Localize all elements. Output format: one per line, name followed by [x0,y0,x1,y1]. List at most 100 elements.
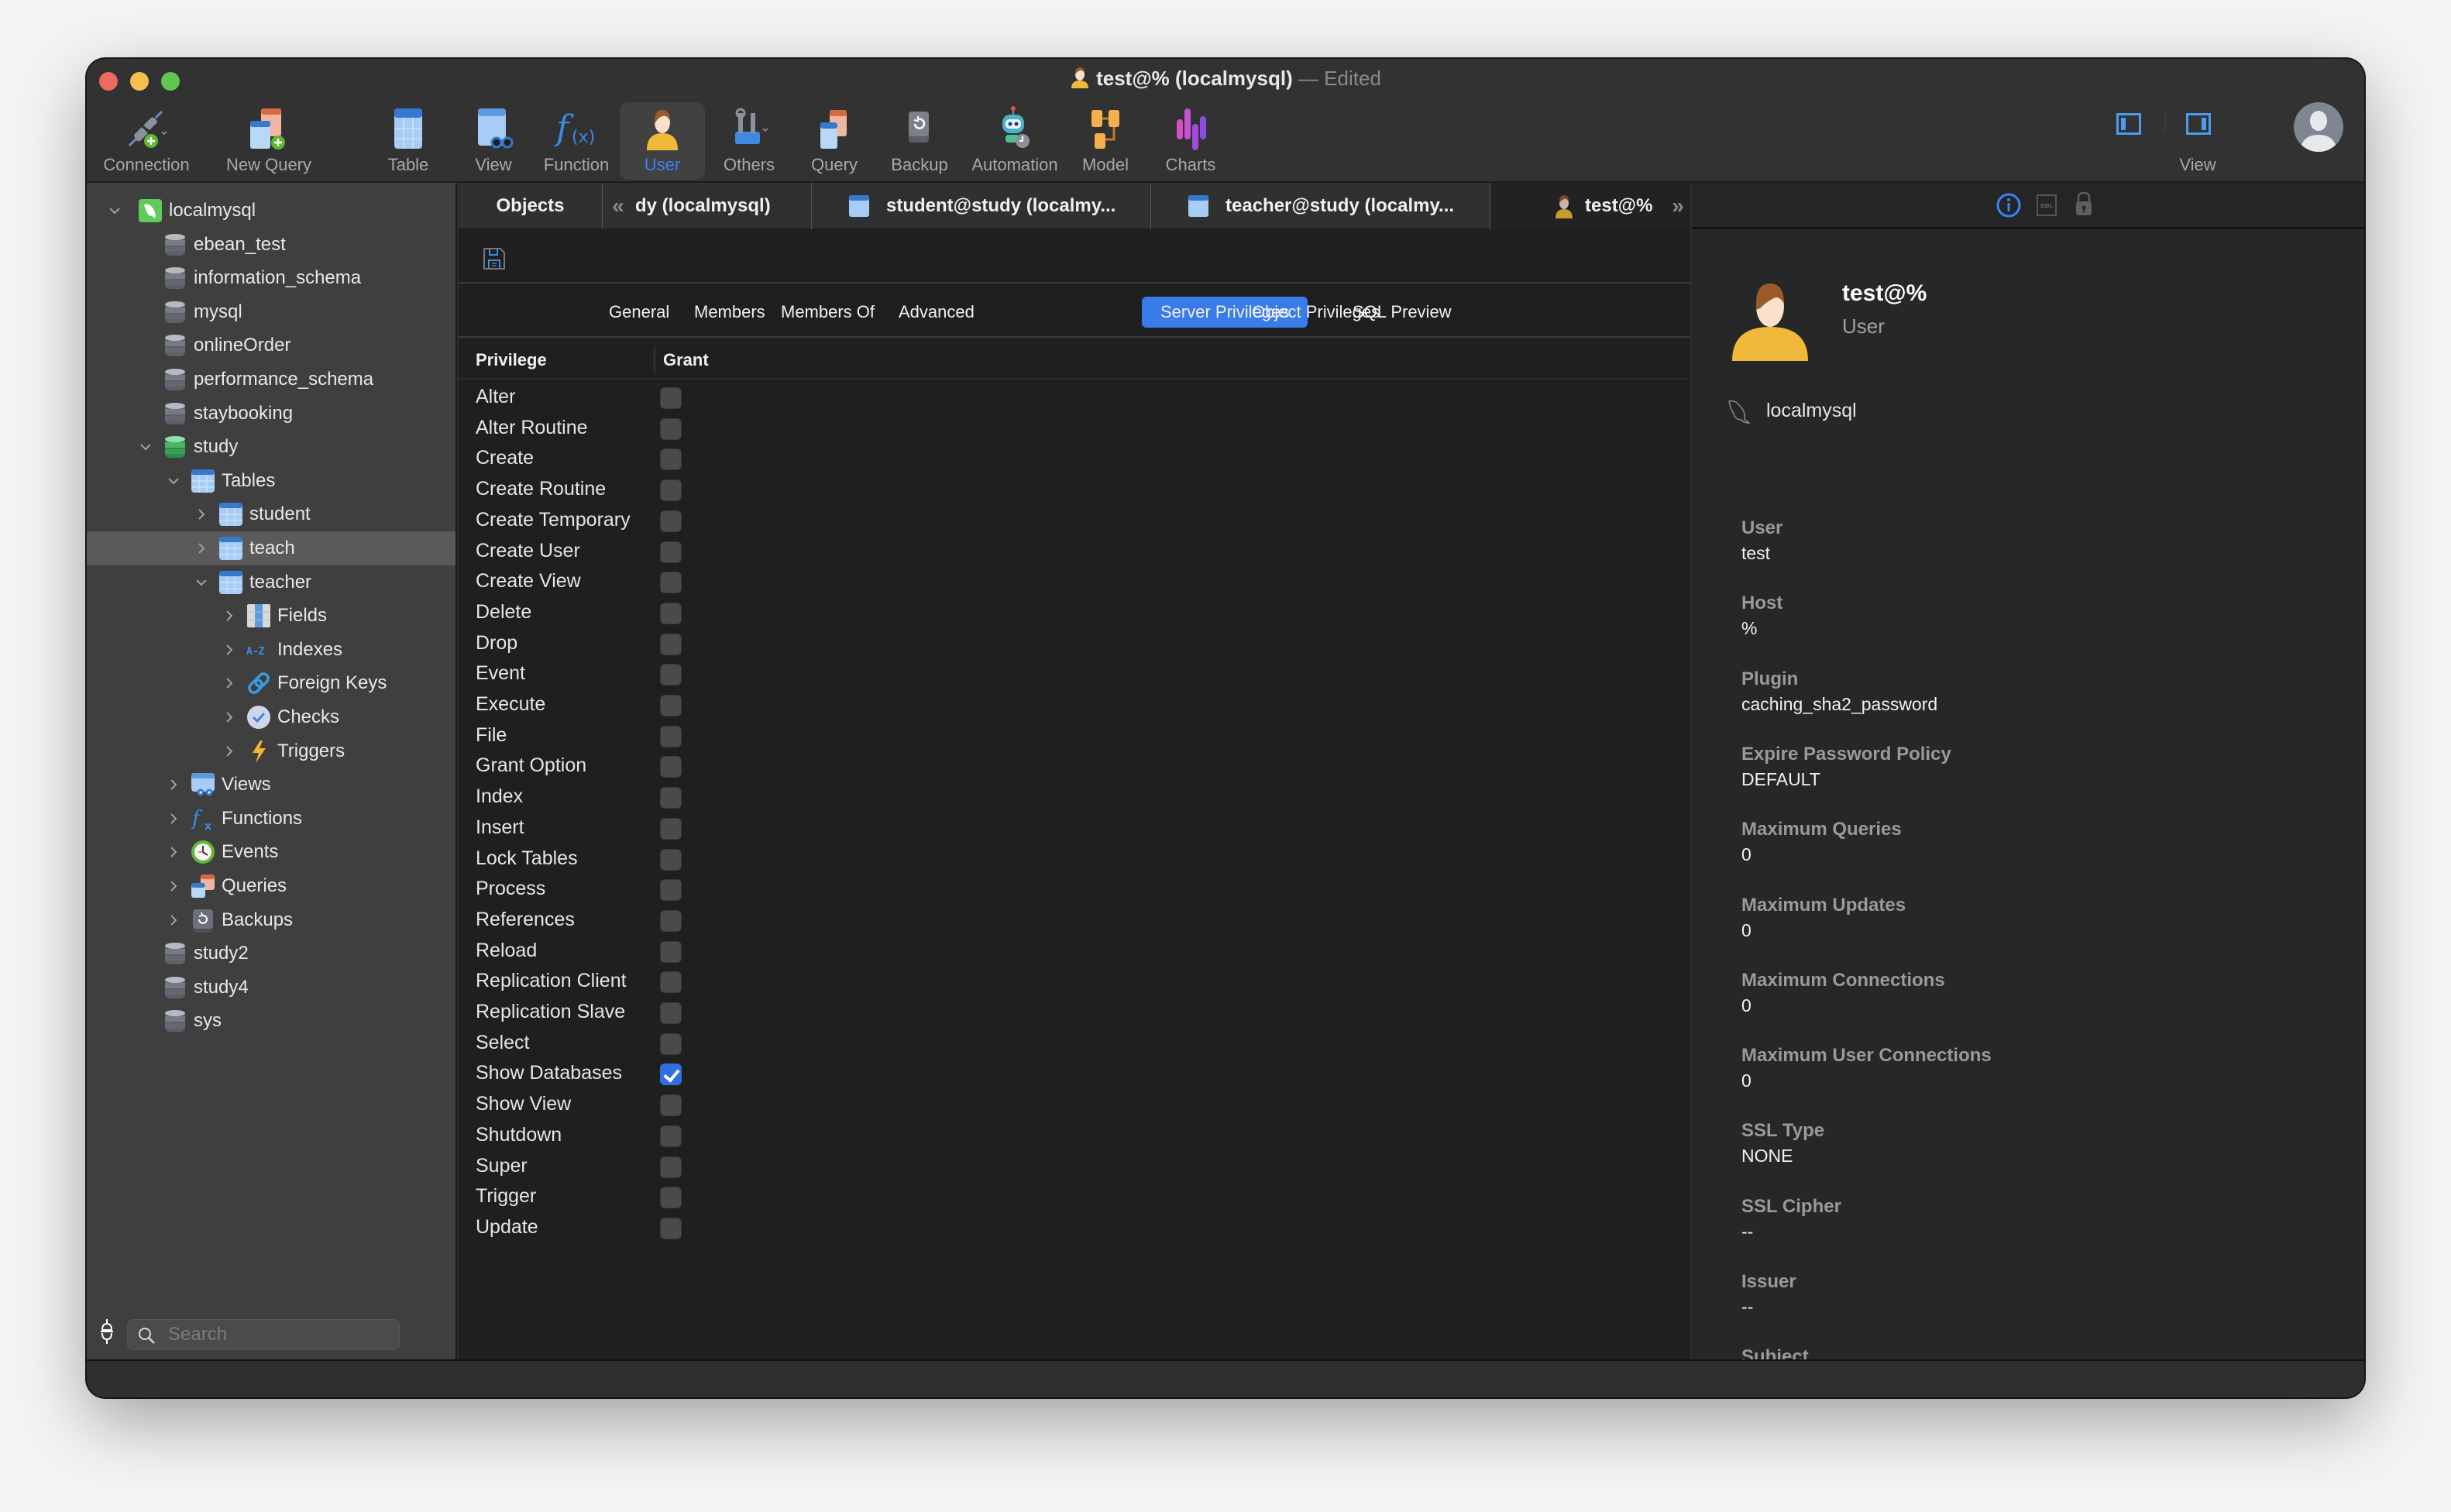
chevron-down-icon[interactable] [166,473,181,489]
grant-checkbox-trigger[interactable] [660,1187,682,1209]
property-value[interactable]: -- [1741,1219,1841,1244]
tree-item-sys[interactable]: sys [87,1004,455,1038]
tab-student-table[interactable]: student@study (localmy... [812,183,1151,229]
subtab-members-of[interactable]: Members Of [762,297,893,328]
toolbar-new-query-button[interactable]: New Query [211,102,327,180]
property-value[interactable]: -- [1741,1294,1796,1319]
grant-checkbox-drop[interactable] [660,633,682,655]
chevron-right-icon[interactable] [222,744,237,759]
tree-item-ebean-test[interactable]: ebean_test [87,228,455,262]
grant-checkbox-process[interactable] [660,879,682,902]
chevron-right-icon[interactable] [166,811,181,826]
ddl-icon[interactable]: DDL [2036,194,2057,217]
grant-checkbox-index[interactable] [660,787,682,809]
chevron-right-icon[interactable] [166,912,181,928]
tab-teacher-table[interactable]: teacher@study (localmy... [1151,183,1490,229]
chevron-down-icon[interactable] [194,575,209,590]
tree-item-student[interactable]: student [87,497,455,531]
grant-checkbox-show-view[interactable] [660,1094,682,1117]
grant-checkbox-grant-option[interactable] [660,756,682,778]
toggle-left-pane-button[interactable] [2116,113,2141,135]
subtab-advanced[interactable]: Advanced [880,297,993,328]
info-icon[interactable] [1996,192,2022,218]
tree-item-functions[interactable]: f x Functions [87,802,455,836]
toggle-right-pane-button[interactable] [2186,113,2211,135]
tree-item-information-schema[interactable]: information_schema [87,261,455,295]
chevron-down-icon[interactable] [138,439,153,455]
grant-checkbox-delete[interactable] [660,602,682,624]
tree-item-tables[interactable]: Tables [87,464,455,498]
save-icon[interactable] [482,246,507,271]
chevron-right-icon[interactable] [166,878,181,894]
toolbar-backup-button[interactable]: Backup [877,102,962,180]
tree-item-indexes[interactable]: A-Z Indexes [87,633,455,667]
grant-checkbox-create[interactable] [660,448,682,471]
tree-item-queries[interactable]: Queries [87,869,455,903]
property-value[interactable]: % [1741,616,1782,641]
grant-checkbox-create-routine[interactable] [660,479,682,502]
property-value[interactable]: test [1741,541,1782,565]
tree-item-teacher[interactable]: teacher [87,565,455,600]
tree-item-triggers[interactable]: Triggers [87,734,455,768]
tree-item-onlineorder[interactable]: onlineOrder [87,328,455,363]
grant-checkbox-lock-tables[interactable] [660,848,682,871]
column-header-grant[interactable]: Grant [663,350,709,370]
chevron-right-icon[interactable] [222,642,237,658]
property-value[interactable]: NONE [1741,1143,1824,1168]
grant-checkbox-references[interactable] [660,909,682,932]
grant-checkbox-reload[interactable] [660,940,682,963]
toolbar-automation-button[interactable]: Automation [961,102,1069,180]
tab-test-user[interactable]: test@% » [1490,183,1690,229]
tree-item-study2[interactable]: study2 [87,936,455,971]
grant-checkbox-show-databases[interactable] [660,1064,682,1086]
grant-checkbox-file[interactable] [660,725,682,747]
column-divider[interactable] [654,347,655,373]
grant-checkbox-alter-routine[interactable] [660,418,682,440]
chevron-right-icon[interactable] [166,844,181,860]
toolbar-connection-button[interactable]: Connection [88,102,205,180]
grant-checkbox-insert[interactable] [660,817,682,840]
property-value[interactable]: 0 [1741,842,1902,867]
grant-checkbox-replication-slave[interactable] [660,1002,682,1024]
subtab-sql-preview[interactable]: SQL Preview [1334,297,1470,328]
scroll-tabs-right-icon[interactable]: » [1669,194,1687,218]
chevron-right-icon[interactable] [222,675,237,691]
tree-item-study4[interactable]: study4 [87,971,455,1005]
tree-item-localmysql[interactable]: localmysql [87,194,455,228]
toolbar-user-button[interactable]: User [620,102,705,180]
toolbar-view-button[interactable]: View [451,102,536,180]
chevron-right-icon[interactable] [222,710,237,725]
toolbar-others-button[interactable]: Others [706,102,792,180]
tree-item-checks[interactable]: Checks [87,700,455,734]
grant-checkbox-super[interactable] [660,1156,682,1178]
toolbar-model-button[interactable]: Model [1063,102,1148,180]
grant-checkbox-event[interactable] [660,664,682,686]
property-value[interactable]: 0 [1741,918,1906,943]
tree-item-foreign-keys[interactable]: Foreign Keys [87,666,455,700]
property-value[interactable]: 0 [1741,1068,1992,1093]
tree-item-study[interactable]: study [87,430,455,464]
tree-item-events[interactable]: Events [87,835,455,869]
tree-item-backups[interactable]: Backups [87,903,455,937]
sidebar-search-input[interactable] [168,1320,393,1349]
subtab-general[interactable]: General [590,297,688,328]
connection-filter-icon[interactable] [99,1319,115,1344]
lock-icon[interactable] [2073,191,2095,217]
scroll-tabs-left-icon[interactable]: « [609,194,627,218]
chevron-right-icon[interactable] [222,608,237,624]
chevron-right-icon[interactable] [194,541,209,556]
grant-checkbox-create-temporary[interactable] [660,510,682,532]
grant-checkbox-shutdown[interactable] [660,1125,682,1147]
tree-item-mysql[interactable]: mysql [87,295,455,329]
tree-item-fields[interactable]: Fields [87,599,455,633]
property-value[interactable]: DEFAULT [1741,767,1951,792]
toolbar-function-button[interactable]: f (x) Function [530,102,623,180]
grant-checkbox-select[interactable] [660,1033,682,1055]
tab-objects[interactable]: Objects [459,183,603,229]
toolbar-charts-button[interactable]: Charts [1148,102,1233,180]
tree-item-performance-schema[interactable]: performance_schema [87,363,455,397]
chevron-right-icon[interactable] [166,777,181,792]
property-value[interactable]: caching_sha2_password [1741,692,1937,716]
tree-item-views[interactable]: Views [87,768,455,802]
chevron-right-icon[interactable] [194,507,209,522]
